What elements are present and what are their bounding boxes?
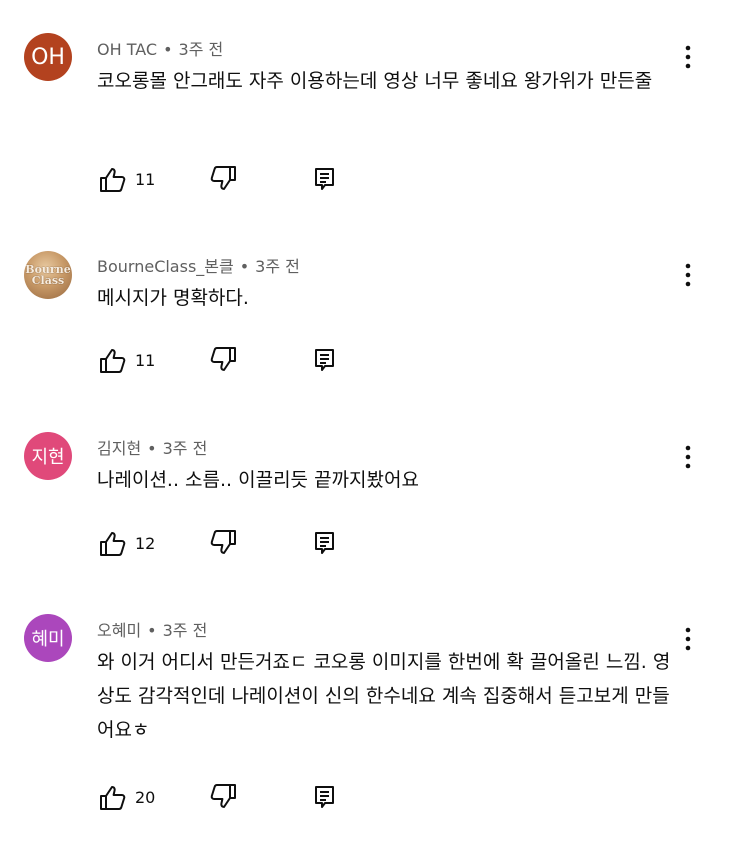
more-vert-icon	[685, 45, 691, 69]
dislike-button[interactable]	[209, 164, 239, 198]
comment-time[interactable]: 3주 전	[163, 621, 208, 640]
meta-separator: •	[147, 621, 157, 640]
more-vert-icon	[685, 445, 691, 469]
thumbs-down-icon	[210, 166, 236, 190]
comment-menu-button[interactable]	[677, 624, 699, 654]
dislike-button[interactable]	[209, 528, 239, 562]
comment-actions: 20	[97, 782, 397, 812]
comment-text: 메시지가 명확하다.	[97, 287, 249, 309]
avatar-initials: 혜미	[31, 629, 65, 650]
avatar[interactable]: Bourne Class	[24, 251, 72, 299]
comment-text: 코오롱몰 안그래도 자주 이용하는데 영상 너무 좋네요 왕가위가 만든줄	[97, 70, 653, 92]
more-vert-icon	[685, 627, 691, 651]
reply-button[interactable]	[310, 164, 340, 198]
like-count: 11	[135, 350, 156, 370]
comment-author[interactable]: 김지현	[97, 439, 141, 458]
avatar[interactable]: 혜미	[24, 614, 72, 662]
like-button[interactable]: 11	[97, 345, 155, 375]
comment-actions: 12	[97, 528, 397, 558]
thumbs-down-icon	[210, 347, 236, 371]
comment-time[interactable]: 3주 전	[255, 257, 300, 276]
avatar-initials: OH	[31, 44, 65, 70]
comment-meta: BourneClass_본클 • 3주 전	[97, 253, 300, 277]
dislike-button[interactable]	[209, 782, 239, 816]
reply-icon	[315, 532, 334, 554]
thumbs-up-icon	[100, 786, 126, 810]
comment-menu-button[interactable]	[677, 42, 699, 72]
reply-button[interactable]	[310, 345, 340, 379]
avatar[interactable]: OH	[24, 33, 72, 81]
comment-author[interactable]: OH TAC	[97, 40, 157, 59]
reply-icon	[315, 349, 334, 371]
reply-icon	[315, 786, 334, 808]
thumbs-down-icon	[210, 530, 236, 554]
reply-icon	[315, 168, 334, 190]
comment-menu-button[interactable]	[677, 442, 699, 472]
comment-menu-button[interactable]	[677, 260, 699, 290]
comment-actions: 11	[97, 345, 397, 375]
like-button[interactable]: 12	[97, 528, 155, 558]
avatar-initials: 지현	[31, 447, 65, 468]
meta-separator: •	[239, 257, 250, 276]
meta-separator: •	[147, 439, 157, 458]
comment-meta: 김지현 • 3주 전	[97, 435, 207, 459]
like-count: 12	[135, 533, 156, 553]
reply-button[interactable]	[310, 782, 340, 816]
like-count: 20	[135, 787, 156, 807]
comment-author[interactable]: 오혜미	[97, 621, 141, 640]
comment-meta: 오혜미 • 3주 전	[97, 617, 207, 641]
reply-button[interactable]	[310, 528, 340, 562]
like-count: 11	[135, 169, 156, 189]
thumbs-up-icon	[100, 532, 126, 556]
more-vert-icon	[685, 263, 691, 287]
dislike-button[interactable]	[209, 345, 239, 379]
meta-separator: •	[163, 40, 173, 59]
comment-text: 나레이션.. 소름.. 이끌리듯 끝까지봤어요	[97, 469, 419, 491]
comment-author[interactable]: BourneClass_본클	[97, 257, 234, 276]
avatar[interactable]: 지현	[24, 432, 72, 480]
thumbs-up-icon	[100, 168, 126, 192]
thumbs-down-icon	[210, 784, 236, 808]
comment-text: 와 이거 어디서 만든거죠ㄷ 코오롱 이미지를 한번에 확 끌어올린 느낌. 영…	[97, 651, 671, 741]
comment-actions: 11	[97, 164, 397, 194]
like-button[interactable]: 20	[97, 782, 155, 812]
like-button[interactable]: 11	[97, 164, 155, 194]
comment-meta: OH TAC • 3주 전	[97, 36, 223, 60]
comment-time[interactable]: 3주 전	[163, 439, 208, 458]
avatar-logo-text: Class	[31, 274, 65, 287]
thumbs-up-icon	[100, 349, 126, 373]
comment-time[interactable]: 3주 전	[179, 40, 224, 59]
